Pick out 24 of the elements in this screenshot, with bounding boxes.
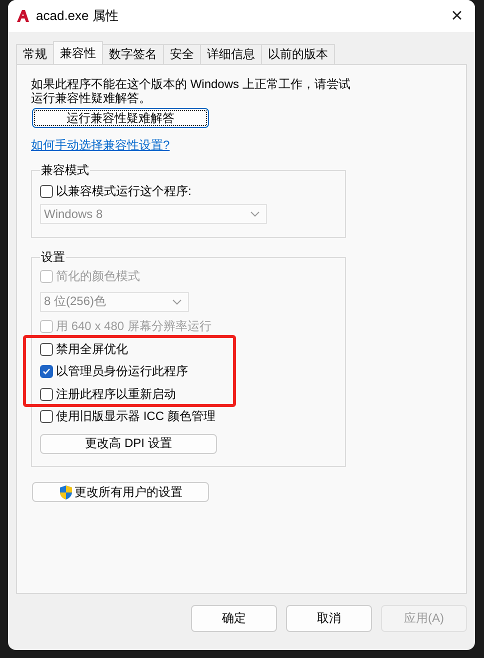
close-button[interactable]: × <box>439 0 475 32</box>
tab[interactable]: 以前的版本 <box>261 44 335 64</box>
check-icon <box>42 367 51 376</box>
all-users-button[interactable]: 更改所有用户的设置 <box>32 482 209 502</box>
window-title: acad.exe 属性 <box>36 7 120 25</box>
tab[interactable]: 常规 <box>16 44 54 64</box>
tab[interactable]: 兼容性 <box>53 41 103 64</box>
dialog-button[interactable]: 确定 <box>191 605 277 632</box>
dpi-settings-button[interactable]: 更改高 DPI 设置 <box>40 434 217 454</box>
group-title: 兼容模式 <box>40 163 90 177</box>
dialog-button[interactable]: 取消 <box>286 605 372 632</box>
troubleshoot-button[interactable]: 运行兼容性疑难解答 <box>32 108 209 128</box>
checkbox[interactable]: 使用旧版显示器 ICC 颜色管理 <box>40 409 216 424</box>
chevron-down-icon <box>172 298 182 304</box>
logo-icon <box>16 9 30 23</box>
intro-text: 如果此程序不能在这个版本的 Windows 上正常工作，请尝试运行兼容性疑难解答。 <box>31 77 352 105</box>
help-link[interactable]: 如何手动选择兼容性设置? <box>31 137 170 154</box>
shield-icon <box>58 484 72 500</box>
checkbox[interactable]: 以兼容模式运行这个程序: <box>40 182 337 200</box>
chevron-down-icon <box>250 211 260 217</box>
checkbox[interactable]: 禁用全屏优化 <box>40 342 128 356</box>
checkbox[interactable]: 注册此程序以重新启动 <box>40 386 176 402</box>
group-title: 设置 <box>40 250 66 264</box>
checkbox[interactable]: 以管理员身份运行此程序 <box>40 364 188 379</box>
